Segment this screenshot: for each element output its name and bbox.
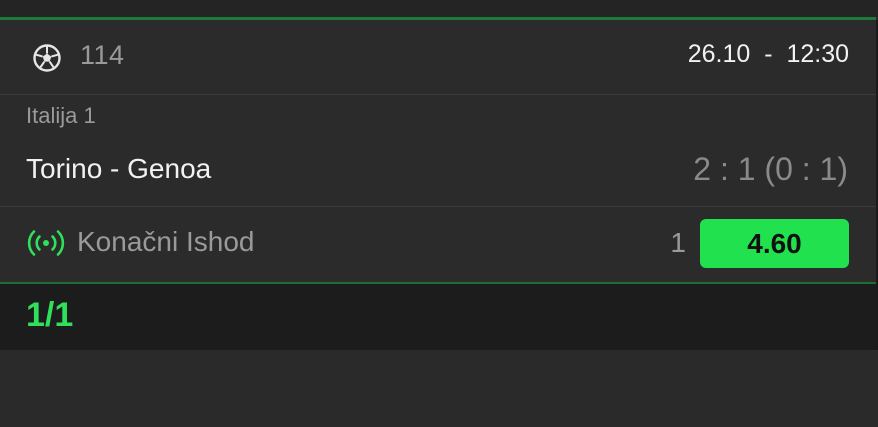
divider [0,206,876,207]
event-header: 114 26.10 - 12:30 [0,20,876,95]
odds-button[interactable]: 4.60 [700,219,849,268]
bottom-area [0,350,878,427]
match-name: Torino - Genoa [26,153,212,184]
soccer-ball-icon [33,44,61,72]
top-strip [0,0,878,17]
league-name: Italija 1 [26,103,96,128]
market-name: Konačni Ishod [77,226,255,257]
event-datetime: 26.10 - 12:30 [688,40,849,69]
live-broadcast-icon [27,230,65,256]
datetime-separator: - [764,40,773,68]
slip-counter: 1/1 [26,296,74,334]
event-time: 12:30 [786,40,849,68]
event-date: 26.10 [687,40,751,68]
bet-card[interactable]: 114 26.10 - 12:30 Italija 1 Torino - Gen… [0,20,876,282]
slip-footer: 1/1 [0,284,876,350]
bet-slip-screen: 114 26.10 - 12:30 Italija 1 Torino - Gen… [0,0,878,427]
selected-pick: 1 [670,227,686,258]
event-code: 114 [80,40,125,70]
match-score: 2 : 1 (0 : 1) [693,151,848,187]
